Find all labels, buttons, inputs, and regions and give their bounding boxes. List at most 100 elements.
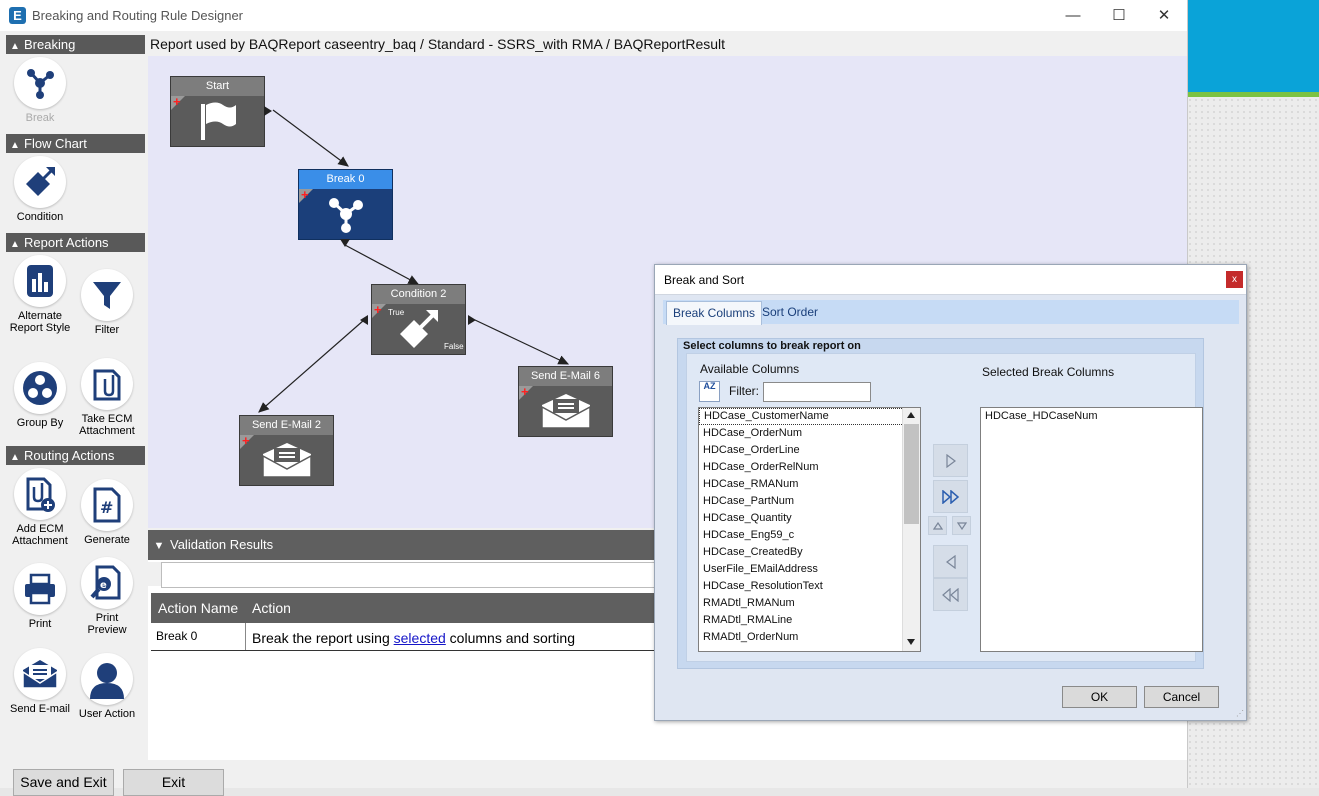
tool-condition[interactable]: Condition	[8, 156, 72, 223]
section-flow-chart[interactable]: ▲ Flow Chart	[6, 134, 145, 153]
resize-grip-icon[interactable]: ⋰	[1236, 709, 1244, 718]
add-column-button[interactable]	[933, 444, 968, 477]
scroll-up-icon[interactable]	[907, 412, 915, 418]
collapse-chevron-icon: ▲	[10, 239, 20, 250]
section-report-actions[interactable]: ▲ Report Actions	[6, 233, 145, 252]
add-icon[interactable]: +	[521, 385, 529, 398]
tool-label: Alternate Report Style	[9, 310, 71, 334]
column-action-name[interactable]: Action Name	[158, 600, 238, 616]
minimize-button[interactable]: —	[1050, 4, 1096, 28]
available-columns-label: Available Columns	[700, 362, 800, 376]
move-up-button[interactable]	[928, 516, 947, 535]
tool-print-preview[interactable]: e Print Preview	[75, 557, 139, 636]
close-window-button[interactable]: ✕	[1141, 4, 1187, 28]
row-action: Break the report using selected columns …	[252, 630, 575, 646]
add-icon[interactable]: +	[242, 434, 250, 447]
selected-columns-list[interactable]: HDCase_HDCaseNum	[980, 407, 1203, 652]
cancel-button[interactable]: Cancel	[1144, 686, 1219, 708]
dialog-close-button[interactable]: x	[1226, 271, 1243, 288]
list-item[interactable]: RMADtl_OrderNum	[699, 629, 920, 646]
arrow-up-icon	[932, 521, 943, 530]
tool-break[interactable]: Break	[8, 57, 72, 124]
section-routing-actions[interactable]: ▲ Routing Actions	[6, 446, 145, 465]
list-item[interactable]: HDCase_OrderLine	[699, 442, 920, 459]
sort-az-icon[interactable]: AZ	[699, 381, 720, 402]
print-icon	[14, 563, 66, 615]
tool-filter[interactable]: Filter	[75, 269, 139, 336]
section-label: Select columns to break report on	[683, 340, 861, 352]
list-item[interactable]: RMADtl_RMALine	[699, 612, 920, 629]
tool-group-by[interactable]: Group By	[8, 362, 72, 429]
false-port-icon[interactable]	[468, 315, 476, 325]
add-all-columns-button[interactable]	[933, 480, 968, 513]
remove-all-columns-button[interactable]	[933, 578, 968, 611]
add-icon[interactable]: +	[301, 188, 309, 201]
svg-text:e: e	[100, 580, 107, 591]
row-action-name: Break 0	[156, 629, 198, 643]
report-description: Report used by BAQReport caseentry_baq /…	[150, 36, 726, 52]
collapse-chevron-icon: ▲	[10, 41, 20, 52]
column-divider	[245, 623, 246, 650]
move-down-button[interactable]	[952, 516, 971, 535]
scroll-down-icon[interactable]	[907, 639, 915, 645]
output-port-icon[interactable]	[264, 106, 272, 116]
tab-break-columns[interactable]: Break Columns	[666, 301, 763, 325]
list-item[interactable]: HDCase_CustomerName	[699, 408, 920, 425]
tool-user-action[interactable]: User Action	[75, 653, 139, 720]
scroll-thumb[interactable]	[904, 424, 919, 524]
true-port-icon[interactable]	[360, 315, 368, 325]
send-email-icon	[14, 648, 66, 700]
generate-icon: #	[81, 479, 133, 531]
tool-alternate-report-style[interactable]: Alternate Report Style	[8, 255, 72, 334]
available-scrollbar[interactable]	[902, 408, 920, 651]
list-item[interactable]: HDCase_PartNum	[699, 493, 920, 510]
dialog-title-bar[interactable]: Break and Sort x	[655, 265, 1246, 295]
add-icon[interactable]: +	[173, 95, 181, 108]
list-item[interactable]: RMADtl_RMANum	[699, 595, 920, 612]
list-item[interactable]: HDCase_Quantity	[699, 510, 920, 527]
title-bar[interactable]: E Breaking and Routing Rule Designer — ☐…	[0, 0, 1187, 31]
tool-add-ecm-attachment[interactable]: Add ECM Attachment	[8, 468, 72, 547]
tool-send-email[interactable]: Send E-mail	[8, 648, 72, 715]
tab-sort-order[interactable]: Sort Order	[756, 301, 824, 324]
column-action[interactable]: Action	[252, 600, 291, 616]
filter-input[interactable]	[763, 382, 871, 402]
tool-take-ecm-attachment[interactable]: Take ECM Attachment	[75, 358, 139, 437]
section-breaking[interactable]: ▲ Breaking	[6, 35, 145, 54]
list-item[interactable]: HDCase_OrderRelNum	[699, 459, 920, 476]
remove-column-button[interactable]	[933, 545, 968, 578]
selected-columns-label: Selected Break Columns	[982, 365, 1115, 379]
sort-icon-text: AZ	[703, 381, 716, 391]
group-by-icon	[14, 362, 66, 414]
node-send-email-2[interactable]: Send E-Mail 2 +	[239, 415, 334, 486]
maximize-button[interactable]: ☐	[1096, 4, 1142, 28]
output-port-icon[interactable]	[340, 239, 350, 247]
condition-icon	[14, 156, 66, 208]
save-and-exit-button[interactable]: Save and Exit	[13, 769, 114, 796]
tool-label: Print	[28, 618, 52, 630]
exit-button[interactable]: Exit	[123, 769, 224, 796]
tool-print[interactable]: Print	[8, 563, 72, 630]
validation-filter-input[interactable]	[161, 562, 663, 588]
available-columns-list[interactable]: HDCase_CustomerName HDCase_OrderNum HDCase…	[698, 407, 921, 652]
tool-generate[interactable]: # Generate	[75, 479, 139, 546]
list-item[interactable]: HDCase_CreatedBy	[699, 544, 920, 561]
list-item[interactable]: HDCase_ResolutionText	[699, 578, 920, 595]
node-condition-2[interactable]: Condition 2 + True False	[371, 284, 466, 355]
list-item[interactable]: HDCase_HDCaseNum	[981, 408, 1202, 425]
node-break-0[interactable]: Break 0 +	[298, 169, 393, 240]
list-item[interactable]: HDCase_Eng59_c	[699, 527, 920, 544]
filter-icon	[81, 269, 133, 321]
add-icon[interactable]: +	[374, 303, 382, 316]
node-send-email-6[interactable]: Send E-Mail 6 +	[518, 366, 613, 437]
list-item[interactable]: UserFile_EMailAddress	[699, 561, 920, 578]
node-start[interactable]: Start +	[170, 76, 265, 147]
arrow-left-icon	[945, 554, 956, 569]
list-item[interactable]: HDCase_RMANum	[699, 476, 920, 493]
user-action-icon	[81, 653, 133, 705]
row-action-text: Break the report using	[252, 630, 394, 646]
ok-button[interactable]: OK	[1062, 686, 1137, 708]
selected-link[interactable]: selected	[394, 630, 446, 646]
list-item[interactable]: HDCase_OrderNum	[699, 425, 920, 442]
print-preview-icon: e	[81, 557, 133, 609]
